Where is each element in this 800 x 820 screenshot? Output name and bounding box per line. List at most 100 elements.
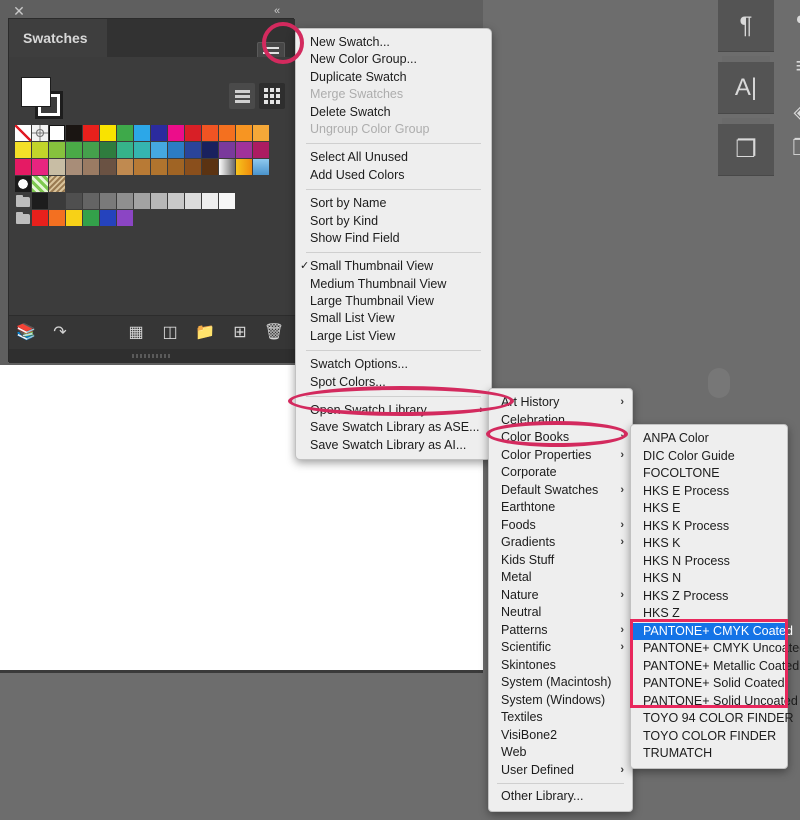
panel-resize-grip[interactable] <box>9 349 295 363</box>
library-item-system-macintosh[interactable]: System (Macintosh) <box>489 674 632 692</box>
swatch-cell[interactable] <box>253 159 269 175</box>
menu-item-show-find-field[interactable]: Show Find Field <box>296 230 491 247</box>
swatch-cell[interactable] <box>49 210 65 226</box>
swatch-cell[interactable] <box>185 159 201 175</box>
swatch-cell[interactable] <box>15 159 31 175</box>
swatch-cell[interactable] <box>15 142 31 158</box>
library-item-user-defined[interactable]: User Defined › <box>489 762 632 780</box>
library-item-textiles[interactable]: Textiles <box>489 709 632 727</box>
swatch-cell[interactable] <box>134 159 150 175</box>
library-item-art-history[interactable]: Art History › <box>489 394 632 412</box>
swatch-cell[interactable] <box>83 210 99 226</box>
colorbook-item-hks-k[interactable]: HKS K <box>631 535 787 553</box>
menu-item-large-list-view[interactable]: Large List View <box>296 328 491 345</box>
list-view-icon[interactable] <box>229 83 255 109</box>
swatch-options-icon[interactable]: ◫ <box>153 324 187 342</box>
library-item-celebration[interactable]: Celebration <box>489 412 632 430</box>
colorbook-item-hks-e[interactable]: HKS E <box>631 500 787 518</box>
swatch-cell[interactable] <box>100 142 116 158</box>
library-item-metal[interactable]: Metal <box>489 569 632 587</box>
library-item-kids-stuff[interactable]: Kids Stuff <box>489 552 632 570</box>
menu-item-select-all-unused[interactable]: Select All Unused <box>296 149 491 166</box>
swatch-cell[interactable] <box>236 125 252 141</box>
swatch-cell[interactable] <box>117 142 133 158</box>
library-item-visibone2[interactable]: VisiBone2 <box>489 727 632 745</box>
menu-item-medium-thumbnail-view[interactable]: Medium Thumbnail View <box>296 276 491 293</box>
dock-button-paragraph[interactable]: ¶ <box>718 0 774 52</box>
swatch-cell[interactable] <box>66 142 82 158</box>
menu-item-spot-colors[interactable]: Spot Colors... <box>296 374 491 391</box>
tab-swatches[interactable]: Swatches <box>9 19 107 57</box>
new-color-group-icon[interactable]: 📁 <box>187 324 223 342</box>
swatches-panel-menu[interactable]: New Swatch... New Color Group... Duplicate… <box>295 28 492 461</box>
swatch-cell[interactable] <box>100 193 116 209</box>
swatch-cell[interactable] <box>49 125 65 141</box>
colorbook-item-hks-k-process[interactable]: HKS K Process <box>631 518 787 536</box>
menu-item-add-used-colors[interactable]: Add Used Colors <box>296 167 491 184</box>
library-item-scientific[interactable]: Scientific › <box>489 639 632 657</box>
menu-item-sort-by-name[interactable]: Sort by Name <box>296 195 491 212</box>
menu-item-small-list-view[interactable]: Small List View <box>296 310 491 327</box>
colorbook-item-pantone-solid-coated[interactable]: PANTONE+ Solid Coated <box>631 675 787 693</box>
library-item-corporate[interactable]: Corporate <box>489 464 632 482</box>
grid-view-icon[interactable] <box>259 83 285 109</box>
colorbook-item-hks-n[interactable]: HKS N <box>631 570 787 588</box>
collapse-chevrons-icon[interactable]: « <box>274 5 280 17</box>
dock-button-shapes[interactable]: ❐ <box>718 124 774 176</box>
swatch-cell[interactable] <box>168 193 184 209</box>
dock-right-layers[interactable]: ◈ <box>782 92 800 132</box>
swatch-cell[interactable] <box>49 159 65 175</box>
swatch-cell[interactable] <box>168 159 184 175</box>
menu-item-new-swatch[interactable]: New Swatch... <box>296 34 491 51</box>
swatch-cell[interactable] <box>32 193 48 209</box>
library-item-color-books[interactable]: Color Books › <box>489 429 632 447</box>
library-item-skintones[interactable]: Skintones <box>489 657 632 675</box>
dock-right-align[interactable]: ≡ <box>782 46 800 86</box>
swatch-cell[interactable] <box>66 210 82 226</box>
swatch-cell[interactable] <box>219 193 235 209</box>
swatch-cell[interactable] <box>151 193 167 209</box>
menu-item-delete-swatch[interactable]: Delete Swatch <box>296 104 491 121</box>
fill-swatch[interactable] <box>21 77 51 107</box>
colorbook-item-hks-e-process[interactable]: HKS E Process <box>631 483 787 501</box>
swatch-cell[interactable] <box>185 193 201 209</box>
colorbook-item-pantone-metallic-coated[interactable]: PANTONE+ Metallic Coated <box>631 658 799 676</box>
swatch-cell[interactable] <box>83 125 99 141</box>
swatch-cell[interactable] <box>32 159 48 175</box>
swatch-cell[interactable] <box>151 159 167 175</box>
swatch-grid[interactable] <box>15 125 289 227</box>
swatch-cell[interactable] <box>15 193 31 209</box>
swatch-cell[interactable] <box>134 125 150 141</box>
library-item-other-library[interactable]: Other Library... <box>489 788 632 806</box>
fill-stroke-indicator[interactable] <box>21 77 63 119</box>
menu-item-large-thumbnail-view[interactable]: Large Thumbnail View <box>296 293 491 310</box>
colorbook-item-focoltone[interactable]: FOCOLTONE <box>631 465 787 483</box>
swatch-cell[interactable] <box>49 193 65 209</box>
swatch-cell[interactable] <box>253 125 269 141</box>
colorbook-item-trumatch[interactable]: TRUMATCH <box>631 745 787 763</box>
swatch-cell[interactable] <box>236 159 252 175</box>
swatch-cell[interactable] <box>168 142 184 158</box>
swatch-cell[interactable] <box>185 125 201 141</box>
swatch-cell[interactable] <box>253 142 269 158</box>
dock-right-artboards[interactable]: ❐ <box>782 128 800 168</box>
colorbook-item-dic-color-guide[interactable]: DIC Color Guide <box>631 448 787 466</box>
swatch-cell[interactable] <box>117 125 133 141</box>
vertical-scrollbar-thumb[interactable] <box>708 368 730 398</box>
menu-item-sort-by-kind[interactable]: Sort by Kind <box>296 213 491 230</box>
menu-item-open-swatch-library[interactable]: Open Swatch Library › <box>296 402 491 419</box>
library-item-nature[interactable]: Nature › <box>489 587 632 605</box>
swatch-cell[interactable] <box>202 125 218 141</box>
swatch-cell[interactable] <box>219 142 235 158</box>
menu-item-small-thumbnail-view[interactable]: ✓ Small Thumbnail View <box>296 258 491 275</box>
colorbook-item-hks-z-process[interactable]: HKS Z Process <box>631 588 787 606</box>
menu-item-new-color-group[interactable]: New Color Group... <box>296 51 491 68</box>
dock-button-type[interactable]: A| <box>718 62 774 114</box>
swatch-cell[interactable] <box>32 125 48 141</box>
menu-item-save-swatch-library-as-ase[interactable]: Save Swatch Library as ASE... <box>296 419 491 436</box>
dock-right-paragraph[interactable]: ¶ <box>782 4 800 44</box>
colorbook-item-pantone-cmyk-coated[interactable]: PANTONE+ CMYK Coated <box>631 622 793 640</box>
swatch-cell[interactable] <box>117 210 133 226</box>
swatch-cell[interactable] <box>168 125 184 141</box>
swatch-libraries-icon[interactable]: 📚 <box>9 324 43 342</box>
